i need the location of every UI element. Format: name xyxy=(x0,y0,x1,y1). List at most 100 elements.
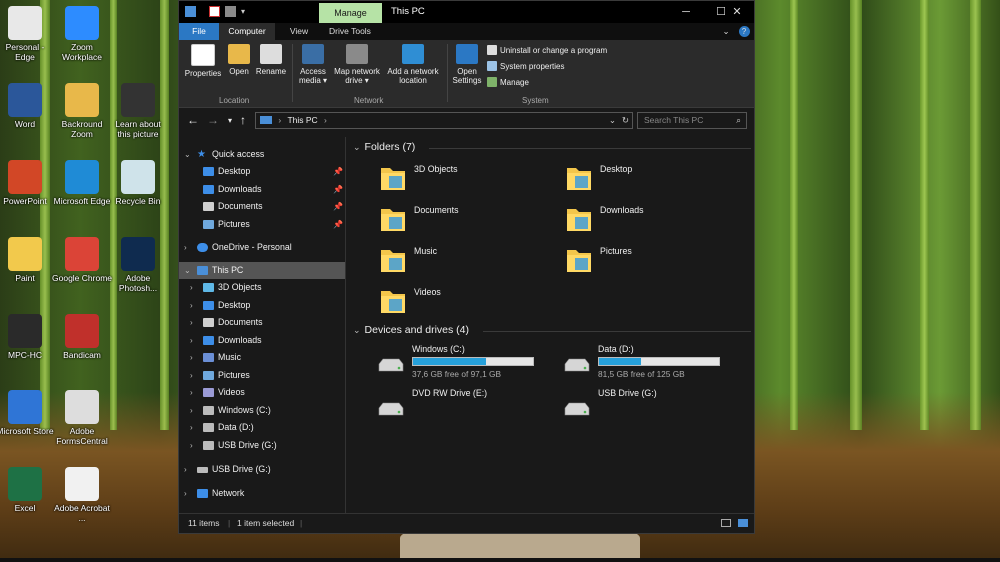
expand-chevron-icon[interactable]: › xyxy=(184,239,187,256)
drive-item[interactable]: USB Drive (G:) xyxy=(562,388,742,424)
map-network-drive-button[interactable]: Map network drive ▾ xyxy=(331,44,383,85)
open-button[interactable]: Open xyxy=(225,44,253,76)
recent-locations-button[interactable]: ▾ xyxy=(228,116,232,125)
desktop-icon[interactable]: Microsoft Store xyxy=(0,390,55,436)
desktop-icon[interactable]: Zoom Workplace xyxy=(52,6,112,62)
open-settings-button[interactable]: Open Settings xyxy=(451,44,483,85)
nav-onedrive[interactable]: › OneDrive - Personal xyxy=(179,239,345,256)
desktop-icon[interactable]: MPC-HC xyxy=(0,314,55,360)
nav-this-pc[interactable]: ⌄ This PC xyxy=(179,262,345,279)
desktop-icon[interactable]: Adobe Photosh... xyxy=(108,237,168,293)
desktop-icon[interactable]: Microsoft Edge xyxy=(52,160,112,206)
nav-this-pc-item[interactable]: › Music xyxy=(179,349,345,366)
expand-chevron-icon[interactable]: › xyxy=(190,332,193,349)
desktop-icon[interactable]: Google Chrome xyxy=(52,237,112,283)
nav-this-pc-item[interactable]: › Pictures xyxy=(179,367,345,384)
expand-chevron-icon[interactable]: › xyxy=(190,419,193,436)
expand-chevron-icon[interactable]: ⌄ xyxy=(184,146,191,163)
minimize-button[interactable]: ─ xyxy=(669,1,703,23)
manage-context-tab[interactable]: Manage xyxy=(319,3,382,23)
tab-drive-tools[interactable]: Drive Tools xyxy=(321,23,379,40)
ribbon-collapse-icon[interactable]: ⌄ xyxy=(719,23,733,40)
customize-quick-access-icon[interactable]: ▾ xyxy=(241,6,252,17)
tab-file[interactable]: File xyxy=(179,23,219,40)
refresh-icon[interactable]: ↻ xyxy=(622,113,629,128)
desktop-icon[interactable]: Bandicam xyxy=(52,314,112,360)
desktop-icon[interactable]: PowerPoint xyxy=(0,160,55,206)
drives-section-header[interactable]: ⌄ Devices and drives (4) xyxy=(353,324,751,336)
desktop-icon[interactable]: Personal - Edge xyxy=(0,6,55,62)
collapse-chevron-icon[interactable]: ⌄ xyxy=(353,142,361,152)
desktop-icon[interactable]: Paint xyxy=(0,237,55,283)
help-icon[interactable]: ? xyxy=(737,23,751,40)
drive-item[interactable]: DVD RW Drive (E:) xyxy=(376,388,556,424)
nav-this-pc-item[interactable]: › Windows (C:) xyxy=(179,402,345,419)
expand-chevron-icon[interactable]: › xyxy=(190,384,193,401)
up-button[interactable]: ↑ xyxy=(240,113,246,127)
address-dropdown-icon[interactable]: ⌄ xyxy=(609,113,616,128)
rename-button[interactable]: Rename xyxy=(255,44,287,76)
expand-chevron-icon[interactable]: › xyxy=(190,297,193,314)
large-icons-view-icon[interactable] xyxy=(738,519,748,527)
back-button[interactable]: ← xyxy=(187,113,199,127)
uninstall-program-button[interactable]: Uninstall or change a program xyxy=(487,45,607,57)
breadcrumb[interactable]: This PC xyxy=(287,115,317,125)
drive-item[interactable]: Data (D:) 81,5 GB free of 125 GB xyxy=(562,344,742,380)
pin-icon[interactable]: 📌 xyxy=(333,181,343,198)
nav-this-pc-item[interactable]: › 3D Objects xyxy=(179,279,345,296)
search-input[interactable]: Search This PC ⌕ xyxy=(637,112,747,129)
expand-chevron-icon[interactable]: › xyxy=(190,437,193,454)
nav-this-pc-item[interactable]: › Videos xyxy=(179,384,345,401)
nav-network[interactable]: › Network xyxy=(179,485,345,502)
nav-this-pc-item[interactable]: › USB Drive (G:) xyxy=(179,437,345,454)
expand-chevron-icon[interactable]: › xyxy=(190,349,193,366)
nav-quick-access[interactable]: ⌄ ★ Quick access xyxy=(179,146,345,163)
drive-item[interactable]: Windows (C:) 37,6 GB free of 97,1 GB xyxy=(376,344,556,380)
folder-item[interactable]: Downloads xyxy=(566,203,746,239)
expand-chevron-icon[interactable]: › xyxy=(190,402,193,419)
nav-this-pc-item[interactable]: › Desktop xyxy=(179,297,345,314)
properties-quick-icon[interactable] xyxy=(209,6,220,17)
new-folder-quick-icon[interactable] xyxy=(225,6,236,17)
pin-icon[interactable]: 📌 xyxy=(333,163,343,180)
nav-this-pc-item[interactable]: › Downloads xyxy=(179,332,345,349)
nav-this-pc-item[interactable]: › Data (D:) xyxy=(179,419,345,436)
close-button[interactable]: ✕ xyxy=(720,1,754,23)
tab-computer[interactable]: Computer xyxy=(219,23,275,40)
pin-icon[interactable]: 📌 xyxy=(333,198,343,215)
desktop-icon[interactable]: Recycle Bin xyxy=(108,160,168,206)
access-media-button[interactable]: Access media ▾ xyxy=(295,44,331,85)
details-view-icon[interactable] xyxy=(721,519,731,527)
folder-item[interactable]: Desktop xyxy=(566,162,746,198)
system-properties-button[interactable]: System properties xyxy=(487,61,564,73)
expand-chevron-icon[interactable]: › xyxy=(190,367,193,384)
desktop-icon[interactable]: Backround Zoom xyxy=(52,83,112,139)
folder-item[interactable]: Documents xyxy=(380,203,560,239)
nav-this-pc-item[interactable]: › Documents xyxy=(179,314,345,331)
folder-item[interactable]: Pictures xyxy=(566,244,746,280)
manage-button[interactable]: Manage xyxy=(487,77,529,89)
desktop-icon[interactable]: Adobe FormsCentral xyxy=(52,390,112,446)
folder-item[interactable]: Videos xyxy=(380,285,560,321)
expand-chevron-icon[interactable]: › xyxy=(190,279,193,296)
expand-chevron-icon[interactable]: › xyxy=(184,461,187,478)
desktop-icon[interactable]: Word xyxy=(0,83,55,129)
nav-quick-access-item[interactable]: Pictures 📌 xyxy=(179,216,345,233)
properties-button[interactable]: Properties xyxy=(183,44,223,78)
address-field[interactable]: › This PC › ⌄ ↻ xyxy=(255,112,633,129)
desktop-icon[interactable]: Learn about this picture xyxy=(108,83,168,139)
desktop-icon[interactable]: Adobe Acrobat ... xyxy=(52,467,112,523)
nav-usb-drive[interactable]: › USB Drive (G:) xyxy=(179,461,345,478)
expand-chevron-icon[interactable]: › xyxy=(184,485,187,502)
desktop-icon[interactable]: Excel xyxy=(0,467,55,513)
folder-item[interactable]: Music xyxy=(380,244,560,280)
nav-quick-access-item[interactable]: Downloads 📌 xyxy=(179,181,345,198)
folders-section-header[interactable]: ⌄ Folders (7) xyxy=(353,141,751,153)
nav-quick-access-item[interactable]: Documents 📌 xyxy=(179,198,345,215)
folder-item[interactable]: 3D Objects xyxy=(380,162,560,198)
title-bar[interactable]: ▾ Manage This PC ─ ☐ ✕ xyxy=(179,1,754,23)
expand-chevron-icon[interactable]: ⌄ xyxy=(184,262,191,279)
forward-button[interactable]: → xyxy=(207,113,219,127)
nav-quick-access-item[interactable]: Desktop 📌 xyxy=(179,163,345,180)
pin-icon[interactable]: 📌 xyxy=(333,216,343,233)
